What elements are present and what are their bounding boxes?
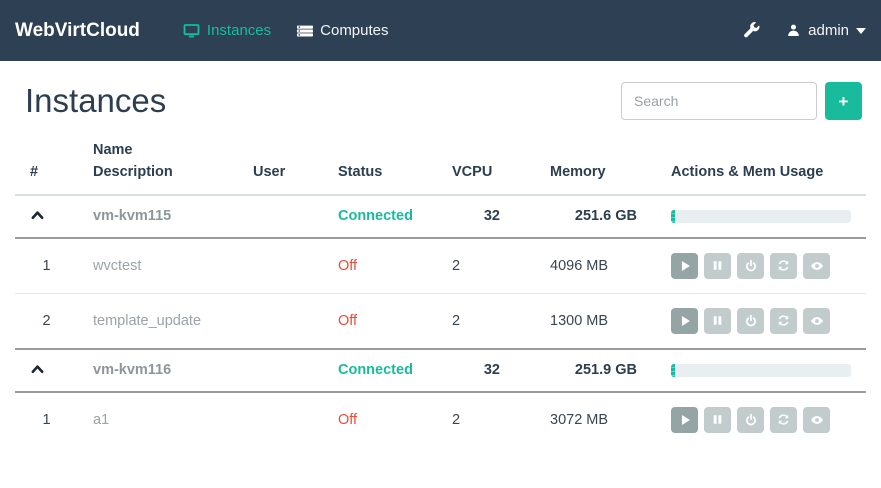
status-badge: Off [338, 258, 357, 274]
vcpu-cell: 2 [437, 238, 535, 294]
nav-item-label: Computes [320, 22, 388, 39]
power-button[interactable] [737, 253, 764, 279]
eye-button[interactable] [803, 407, 830, 433]
play-button[interactable] [671, 253, 698, 279]
brand[interactable]: WebVirtCloud [15, 20, 140, 42]
action-buttons [671, 407, 851, 433]
instance-row: 1 a1 Off 2 3072 MB [15, 392, 866, 447]
instances-table: # Name Description User Status VCPU Memo… [15, 134, 866, 447]
host-row: vm-kvm116 Connected 32 251.9 GB [15, 349, 866, 392]
action-buttons [671, 308, 851, 334]
mem-usage-bar [671, 210, 851, 223]
server-icon [297, 23, 313, 39]
search-input[interactable] [621, 82, 817, 120]
monitor-icon [183, 23, 200, 39]
instance-name-link[interactable]: template_update [93, 313, 201, 329]
col-header-actions: Actions & Mem Usage [656, 134, 866, 195]
pause-button[interactable] [704, 308, 731, 334]
play-button[interactable] [671, 308, 698, 334]
nav-item-instances[interactable]: Instances [170, 0, 284, 61]
nav-item-computes[interactable]: Computes [284, 0, 401, 61]
caret-down-icon [856, 28, 866, 34]
power-button[interactable] [737, 308, 764, 334]
page-title: Instances [25, 82, 166, 120]
chevron-up-icon[interactable] [30, 208, 45, 221]
main-nav: Instances Computes [170, 0, 402, 61]
user-cell [238, 392, 323, 447]
play-button[interactable] [671, 407, 698, 433]
user-cell [238, 195, 323, 238]
vcpu-cell: 32 [437, 195, 535, 238]
eye-button[interactable] [803, 308, 830, 334]
status-badge: Connected [338, 208, 413, 224]
status-badge: Off [338, 412, 357, 428]
memory-cell: 3072 MB [535, 392, 656, 447]
user-cell [238, 238, 323, 294]
memory-cell: 4096 MB [535, 238, 656, 294]
user-menu[interactable]: admin [786, 22, 866, 39]
collapse-cell [15, 195, 78, 238]
col-header-user: User [238, 134, 323, 195]
host-name-link[interactable]: vm-kvm115 [93, 208, 171, 224]
add-instance-button[interactable]: + [825, 82, 862, 120]
collapse-cell [15, 349, 78, 392]
plus-icon: + [839, 92, 849, 111]
user-icon [786, 23, 801, 38]
status-badge: Off [338, 313, 357, 329]
eye-button[interactable] [803, 253, 830, 279]
instance-name-link[interactable]: a1 [93, 412, 109, 428]
user-cell [238, 293, 323, 349]
col-header-name-description: Name Description [78, 134, 238, 195]
refresh-button[interactable] [770, 407, 797, 433]
instance-row: 2 template_update Off 2 1300 MB [15, 293, 866, 349]
host-row: vm-kvm115 Connected 32 251.6 GB [15, 195, 866, 238]
memory-cell: 251.6 GB [535, 195, 656, 238]
user-cell [238, 349, 323, 392]
index-cell: 2 [15, 293, 78, 349]
refresh-button[interactable] [770, 308, 797, 334]
instance-name-link[interactable]: wvctest [93, 258, 141, 274]
mem-usage-bar [671, 364, 851, 377]
col-header-status: Status [323, 134, 437, 195]
mem-usage-fill [671, 364, 675, 377]
status-badge: Connected [338, 362, 413, 378]
memory-cell: 1300 MB [535, 293, 656, 349]
index-cell: 1 [15, 392, 78, 447]
nav-item-label: Instances [207, 22, 271, 39]
table-header-row: # Name Description User Status VCPU Memo… [15, 134, 866, 195]
vcpu-cell: 32 [437, 349, 535, 392]
col-header-memory: Memory [535, 134, 656, 195]
search-area: + [621, 82, 862, 120]
refresh-button[interactable] [770, 253, 797, 279]
col-header-num: # [15, 134, 78, 195]
action-buttons [671, 253, 851, 279]
vcpu-cell: 2 [437, 293, 535, 349]
memory-cell: 251.9 GB [535, 349, 656, 392]
chevron-up-icon[interactable] [30, 362, 45, 375]
col-header-vcpu: VCPU [437, 134, 535, 195]
navbar: WebVirtCloud Instances Computes admin [0, 0, 881, 61]
pause-button[interactable] [704, 407, 731, 433]
user-label: admin [808, 22, 849, 39]
navbar-right: admin [743, 22, 866, 39]
power-button[interactable] [737, 407, 764, 433]
page-head: Instances + [0, 61, 881, 132]
wrench-icon[interactable] [743, 22, 760, 39]
host-name-link[interactable]: vm-kvm116 [93, 362, 171, 378]
mem-usage-fill [671, 210, 675, 223]
vcpu-cell: 2 [437, 392, 535, 447]
instance-row: 1 wvctest Off 2 4096 MB [15, 238, 866, 294]
pause-button[interactable] [704, 253, 731, 279]
index-cell: 1 [15, 238, 78, 294]
